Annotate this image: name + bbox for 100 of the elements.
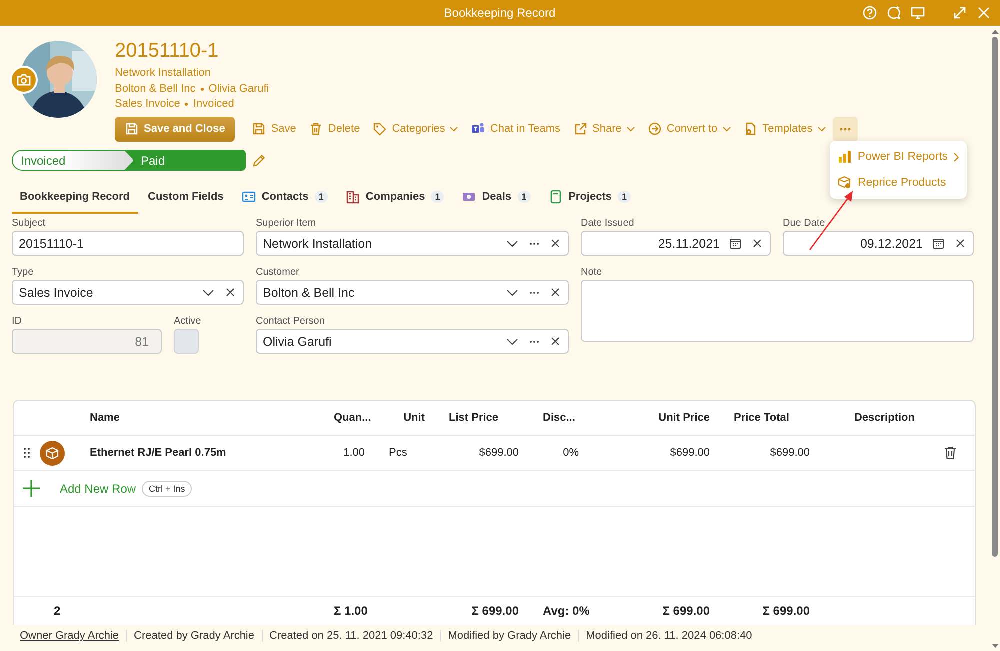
field-label: Date Issued <box>581 219 636 231</box>
column-header[interactable]: Price Total <box>720 412 820 424</box>
chevron-down-icon <box>450 126 458 132</box>
column-header[interactable]: Name <box>76 412 320 424</box>
dropdown-field[interactable]: Network Installation <box>256 231 569 256</box>
dropdown-field[interactable]: Bolton & Bell Inc <box>256 280 569 305</box>
contact-card-icon <box>242 190 256 204</box>
scrollbar-thumb[interactable] <box>992 37 998 557</box>
field-label: Customer <box>256 268 300 280</box>
tag-icon <box>373 122 388 136</box>
total-cell-text: Σ 699.00 <box>662 604 711 618</box>
add-new-row-link[interactable]: Add New Row <box>60 482 136 496</box>
clear-button[interactable] <box>549 288 562 297</box>
field-label: Superior Item <box>256 219 318 231</box>
record-detail: Network Installation <box>115 66 211 81</box>
dropdown-field[interactable]: Sales Invoice <box>12 280 244 305</box>
share-icon <box>574 122 588 136</box>
chevron-down-icon <box>507 338 518 344</box>
stage-step[interactable]: Invoiced <box>12 150 134 171</box>
dropdown-button[interactable] <box>505 240 520 246</box>
count-badge: 1 <box>618 191 632 203</box>
save-icon <box>252 122 266 136</box>
tab[interactable]: Projects 1 <box>540 186 640 214</box>
change-photo-button[interactable] <box>10 66 38 94</box>
clear-button[interactable] <box>224 288 237 297</box>
total-cell-text: Σ 699.00 <box>470 604 520 618</box>
bar-chart-icon <box>838 150 852 164</box>
record-title: 20151110-1 <box>115 40 220 62</box>
grip-icon <box>24 448 30 458</box>
clear-button[interactable] <box>954 239 967 248</box>
clear-button[interactable] <box>549 337 562 346</box>
close-icon <box>226 288 235 297</box>
clear-button[interactable] <box>549 239 562 248</box>
count-badge: 1 <box>431 191 444 203</box>
chevron-down-icon <box>626 126 635 132</box>
tab[interactable]: Bookkeeping Record <box>12 186 138 214</box>
sparkle-chat-icon <box>887 6 901 20</box>
chevron-down-icon <box>507 290 518 296</box>
table-cell-text: Pcs <box>388 447 408 459</box>
chevron-down-icon <box>722 126 731 132</box>
column-header[interactable]: Unit <box>375 412 435 424</box>
add-row-button[interactable] <box>23 480 40 497</box>
edit-stage-button[interactable] <box>252 154 266 168</box>
total-cell-text: Σ 1.00 <box>333 604 369 618</box>
close-icon <box>551 337 560 346</box>
column-header[interactable]: Unit Price <box>589 412 720 424</box>
field-label: ID <box>12 317 23 329</box>
box-icon <box>46 446 59 460</box>
date-field[interactable]: 09.12.2021 <box>783 231 974 256</box>
total-cell-text: Σ 699.00 <box>762 604 811 618</box>
table-cell-text: $699.00 <box>769 447 811 459</box>
dropdown-button[interactable] <box>505 290 520 296</box>
trash-icon <box>944 446 956 460</box>
column-header[interactable]: List Price <box>435 412 529 424</box>
input-field[interactable]: 20151110-1 <box>12 231 244 256</box>
chevron-down-icon <box>507 240 518 246</box>
stage-step[interactable]: Paid <box>124 150 246 171</box>
column-header[interactable]: Description <box>820 412 925 424</box>
field-label: Note <box>581 268 604 280</box>
record-detail: Invoiced <box>193 97 234 112</box>
date-field[interactable]: 25.11.2021 <box>581 231 771 256</box>
table-cell-text: $699.00 <box>669 447 711 459</box>
dropdown-field[interactable]: Olivia Garufi <box>256 329 569 354</box>
calendar-button[interactable] <box>728 238 743 248</box>
tab[interactable]: Contacts 1 <box>234 186 336 214</box>
column-header[interactable]: Quan... <box>320 412 375 424</box>
dropdown-button[interactable] <box>201 290 216 296</box>
pencil-icon <box>252 154 266 168</box>
status-text: Modified on 26. 11. 2024 06:08:40 <box>578 630 760 642</box>
field-label: Due Date <box>783 219 826 231</box>
shortcut-hint: Ctrl + Ins <box>142 480 192 496</box>
table-cell-text: 0% <box>562 447 580 459</box>
scroll-down-icon <box>992 644 998 648</box>
field-label: Active <box>174 317 202 329</box>
clear-button[interactable] <box>751 239 764 248</box>
total-cell-text: Avg: 0% <box>542 604 589 618</box>
teams-icon <box>471 122 486 136</box>
record-detail: Sales Invoice <box>115 97 180 112</box>
notebook-icon <box>548 190 563 204</box>
record-detail: Bolton & Bell Inc <box>115 82 196 96</box>
box-tag-icon <box>838 176 852 190</box>
trash-icon <box>309 122 324 136</box>
column-header[interactable]: Disc... <box>529 412 589 424</box>
monitor-icon <box>911 6 925 20</box>
tab[interactable]: Custom Fields <box>140 186 232 214</box>
help-icon <box>863 6 877 20</box>
note-field[interactable] <box>581 280 974 342</box>
dropdown-button[interactable] <box>505 338 520 344</box>
calendar-icon <box>730 238 741 248</box>
table-cell-text: $699.00 <box>478 447 520 459</box>
field-label: Type <box>12 268 35 280</box>
calendar-button[interactable] <box>931 238 946 248</box>
record-detail: Olivia Garufi <box>208 82 270 96</box>
checkbox[interactable] <box>174 329 199 354</box>
camera-icon <box>16 72 32 88</box>
close-icon <box>753 239 762 248</box>
table-cell-text: 1.00 <box>342 447 366 459</box>
tab[interactable]: Companies 1 <box>338 186 452 214</box>
tab[interactable]: Deals 1 <box>454 186 539 214</box>
owner-link[interactable]: Owner Grady Archie <box>13 630 126 642</box>
